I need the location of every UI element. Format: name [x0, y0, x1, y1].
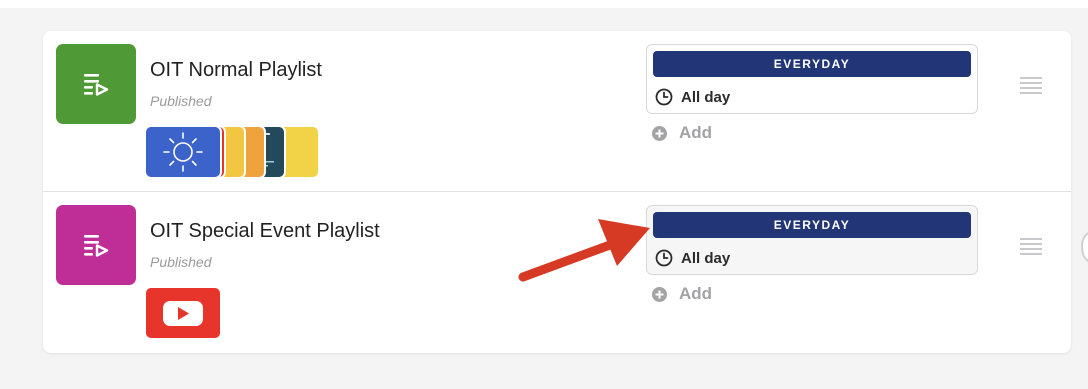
youtube-icon [163, 301, 203, 326]
page-header-strip [0, 0, 1088, 8]
playlist-play-icon[interactable] [56, 205, 136, 285]
scroll-edge-control[interactable] [1081, 232, 1088, 262]
plus-circle-icon [652, 286, 667, 302]
add-schedule-button[interactable]: Add [652, 283, 712, 305]
add-label: Add [679, 284, 713, 303]
add-label: Add [679, 123, 713, 142]
playlist-row[interactable]: OIT Normal Playlist Published EVERYDAY A… [43, 31, 1071, 191]
schedule-time: All day [681, 249, 731, 267]
playlist-status: Published [150, 254, 212, 270]
clock-icon [655, 249, 673, 267]
plus-circle-icon [652, 125, 667, 141]
clock-icon [655, 88, 673, 106]
schedule-day-badge: EVERYDAY [653, 212, 971, 238]
playlist-play-icon[interactable] [56, 44, 136, 124]
drag-handle-icon[interactable] [1020, 236, 1042, 256]
playlist-panel: OIT Normal Playlist Published EVERYDAY A… [43, 31, 1071, 353]
weather-thumbnail[interactable] [144, 125, 222, 179]
playlist-status: Published [150, 93, 212, 109]
add-schedule-button[interactable]: Add [652, 122, 712, 144]
drag-handle-icon[interactable] [1020, 75, 1042, 95]
playlist-title[interactable]: OIT Special Event Playlist [150, 220, 380, 243]
schedule-card[interactable]: EVERYDAY All day [646, 44, 978, 114]
sun-icon [163, 132, 203, 172]
playlist-title[interactable]: OIT Normal Playlist [150, 59, 322, 82]
playlist-row[interactable]: OIT Special Event Playlist Published EVE… [43, 192, 1071, 352]
schedule-card[interactable]: EVERYDAY All day [646, 205, 978, 275]
schedule-time: All day [681, 88, 731, 106]
schedule-day-badge: EVERYDAY [653, 51, 971, 77]
youtube-thumbnail[interactable] [144, 286, 222, 340]
